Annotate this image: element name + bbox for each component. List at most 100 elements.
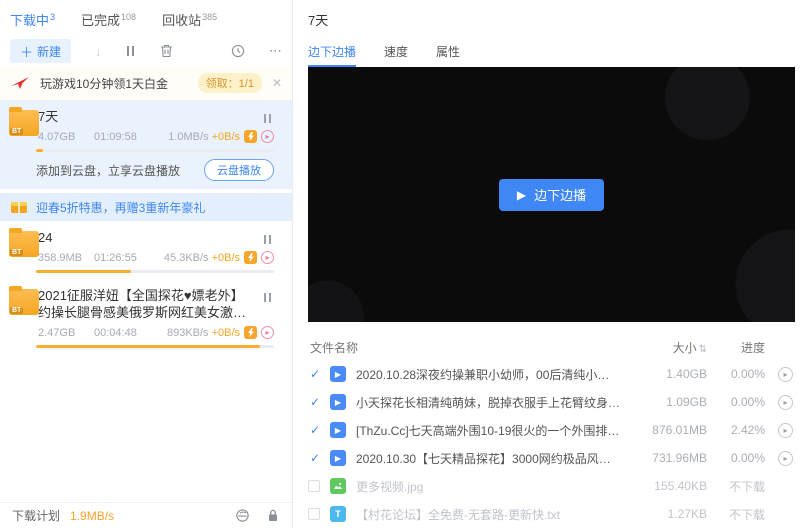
row-checkbox[interactable] (308, 508, 320, 520)
trial-speedup-icon[interactable]: ▸ (261, 130, 274, 143)
more-icon[interactable]: ⋯ (269, 43, 282, 59)
file-name: 2020.10.30【七天精品探花】3000网约极品风骚御姐外围，情趣诱惑沙发啪… (356, 450, 629, 467)
download-title: 2021征服洋妞【全国探花♥嫖老外】约操长腿骨感美俄罗斯网红美女激情沙发震 专业… (38, 287, 282, 321)
file-progress: 不下载 (707, 478, 765, 495)
play-button-label: 边下边播 (534, 185, 586, 204)
cloud-row: 添加到云盘，立享云盘播放 云盘播放 (36, 159, 274, 181)
download-time-left: 01:26:55 (94, 252, 156, 264)
lock-icon[interactable] (266, 508, 280, 523)
file-type-icon (330, 478, 346, 494)
row-checkbox[interactable]: ✓ (308, 423, 322, 437)
history-icon[interactable] (231, 44, 245, 58)
pause-task-icon[interactable] (262, 289, 272, 307)
file-type-icon: ▶ (330, 422, 346, 438)
file-type-icon: T (330, 506, 346, 522)
download-meta: 4.07GB 01:09:58 1.0MB/s +0B/s ▸ (38, 130, 282, 143)
tab-completed-count: 108 (121, 12, 136, 22)
progress-fill (36, 270, 131, 273)
browser-icon[interactable] (235, 508, 250, 523)
download-meta: 2.47GB 00:04:48 893KB/s +0B/s ▸ (38, 326, 282, 339)
file-row[interactable]: ✓ ▶ 2020.10.28深夜约操兼职小幼师，00后清纯小萝莉羞涩温柔，玲珑玉… (308, 360, 795, 388)
trial-speedup-icon[interactable]: ▸ (261, 326, 274, 339)
video-player-area[interactable]: ▶ 边下边播 (308, 67, 795, 322)
file-type-icon: ▶ (330, 450, 346, 466)
vip-speedup-icon[interactable] (244, 251, 257, 264)
header-size[interactable]: 大小⇅ (629, 339, 707, 356)
swoosh-icon (10, 76, 30, 90)
download-size: 2.47GB (38, 327, 94, 339)
promo-banner-platinum[interactable]: 玩游戏10分钟领1天白金 领取：1/1 ✕ (0, 66, 292, 100)
file-type-icon: ▶ (330, 366, 346, 382)
download-title: 24 (38, 229, 282, 246)
file-size: 1.27KB (629, 507, 707, 521)
file-row[interactable]: ✓ ▶ 2020.10.30【七天精品探花】3000网约极品风骚御姐外围，情趣诱… (308, 444, 795, 472)
file-size: 731.96MB (629, 451, 707, 465)
file-row[interactable]: T 【村花论坛】全免费-无套路-更新快.txt 1.27KB 不下载 ▸ (308, 500, 795, 528)
vip-speedup-icon[interactable] (244, 130, 257, 143)
vip-speedup-icon[interactable] (244, 326, 257, 339)
file-row[interactable]: ✓ ▶ [ThZu.Cc]七天高端外围10-19很火的一个外围排了几小时才来.m… (308, 416, 795, 444)
download-meta: 358.9MB 01:26:55 45.3KB/s +0B/s ▸ (38, 251, 282, 264)
row-play-button[interactable]: ▸ (778, 395, 793, 410)
row-play-button[interactable]: ▸ (778, 451, 793, 466)
bt-folder-icon: BT (9, 231, 39, 257)
claim-badge[interactable]: 领取：1/1 (198, 73, 262, 93)
row-play-button[interactable]: ▸ (778, 423, 793, 438)
tab-speed[interactable]: 速度 (384, 43, 408, 67)
file-name: 2020.10.28深夜约操兼职小幼师，00后清纯小萝莉羞涩温柔，玲珑玉体沙发抠… (356, 366, 629, 383)
total-speed: 1.9MB/s (70, 509, 114, 523)
bt-folder-icon: BT (9, 110, 39, 136)
gift-icon (10, 200, 28, 214)
download-extra-speed: +0B/s (212, 252, 240, 264)
start-download-icon[interactable]: ↓ (95, 44, 102, 59)
header-progress: 进度 (707, 339, 765, 356)
download-item-2021[interactable]: BT 2021征服洋妞【全国探花♥嫖老外】约操长腿骨感美俄罗斯网红美女激情沙发震… (0, 279, 292, 354)
header-file-name: 文件名称 (308, 339, 629, 356)
download-plan-label[interactable]: 下载计划 (12, 507, 60, 524)
tab-trash-count: 385 (202, 12, 217, 22)
progress-track (36, 345, 274, 348)
file-progress: 2.42% (707, 423, 765, 437)
progress-track (36, 149, 274, 152)
download-item-24[interactable]: BT 24 358.9MB 01:26:55 45.3KB/s +0B/s ▸ (0, 221, 292, 279)
delete-icon[interactable] (160, 44, 173, 58)
cloud-hint-text: 添加到云盘，立享云盘播放 (36, 162, 204, 179)
tab-trash[interactable]: 回收站385 (162, 10, 217, 29)
download-item-7days[interactable]: BT 7天 4.07GB 01:09:58 1.0MB/s +0B/s ▸ 添加… (0, 100, 292, 189)
pause-task-icon[interactable] (262, 110, 272, 128)
plus-icon: ＋ (20, 42, 33, 61)
download-list-panel: 下载中3 已完成108 回收站385 ＋ 新建 ↓ ⋯ (0, 0, 292, 528)
download-toolbar: ＋ 新建 ↓ ⋯ (0, 36, 292, 66)
file-name: 小天探花长相清纯萌妹，脱掉衣服手上花臂纹身，蹲着口交沙发上被猛操站立后... (356, 394, 629, 411)
cloud-play-button[interactable]: 云盘播放 (204, 159, 274, 181)
row-checkbox[interactable]: ✓ (308, 367, 322, 381)
close-icon[interactable]: ✕ (272, 76, 282, 90)
download-speed: 45.3KB/s (164, 252, 209, 264)
trial-speedup-icon[interactable]: ▸ (261, 251, 274, 264)
tab-completed[interactable]: 已完成108 (81, 10, 136, 29)
download-size: 358.9MB (38, 252, 94, 264)
detail-tabs: 边下边播 速度 属性 (300, 43, 800, 67)
pause-task-icon[interactable] (262, 231, 272, 249)
new-task-button[interactable]: ＋ 新建 (10, 39, 71, 63)
row-checkbox[interactable] (308, 480, 320, 492)
file-name: [ThZu.Cc]七天高端外围10-19很火的一个外围排了几小时才来.mp4 (356, 422, 629, 439)
row-checkbox[interactable]: ✓ (308, 451, 322, 465)
promo-banner-sale[interactable]: 迎春5折特惠，再赠3重新年豪礼 (0, 193, 292, 221)
sort-icon[interactable]: ⇅ (699, 344, 707, 355)
file-row[interactable]: 更多视频.jpg 155.40KB 不下载 ▸ (308, 472, 795, 500)
promo-banner-text: 玩游戏10分钟领1天白金 (40, 75, 198, 92)
pause-all-icon[interactable] (126, 46, 136, 56)
download-speed: 893KB/s (167, 327, 209, 339)
download-extra-speed: +0B/s (212, 131, 240, 143)
file-row[interactable]: ✓ ▶ 小天探花长相清纯萌妹，脱掉衣服手上花臂纹身，蹲着口交沙发上被猛操站立后.… (308, 388, 795, 416)
play-while-download-button[interactable]: ▶ 边下边播 (499, 179, 604, 211)
row-checkbox[interactable]: ✓ (308, 395, 322, 409)
tab-play-while-download[interactable]: 边下边播 (308, 43, 356, 67)
row-play-button[interactable]: ▸ (778, 367, 793, 382)
panel-divider (292, 0, 293, 528)
tab-downloading[interactable]: 下载中3 (10, 10, 55, 29)
file-size: 876.01MB (629, 423, 707, 437)
tab-properties[interactable]: 属性 (436, 43, 460, 67)
task-title: 7天 (300, 0, 800, 29)
